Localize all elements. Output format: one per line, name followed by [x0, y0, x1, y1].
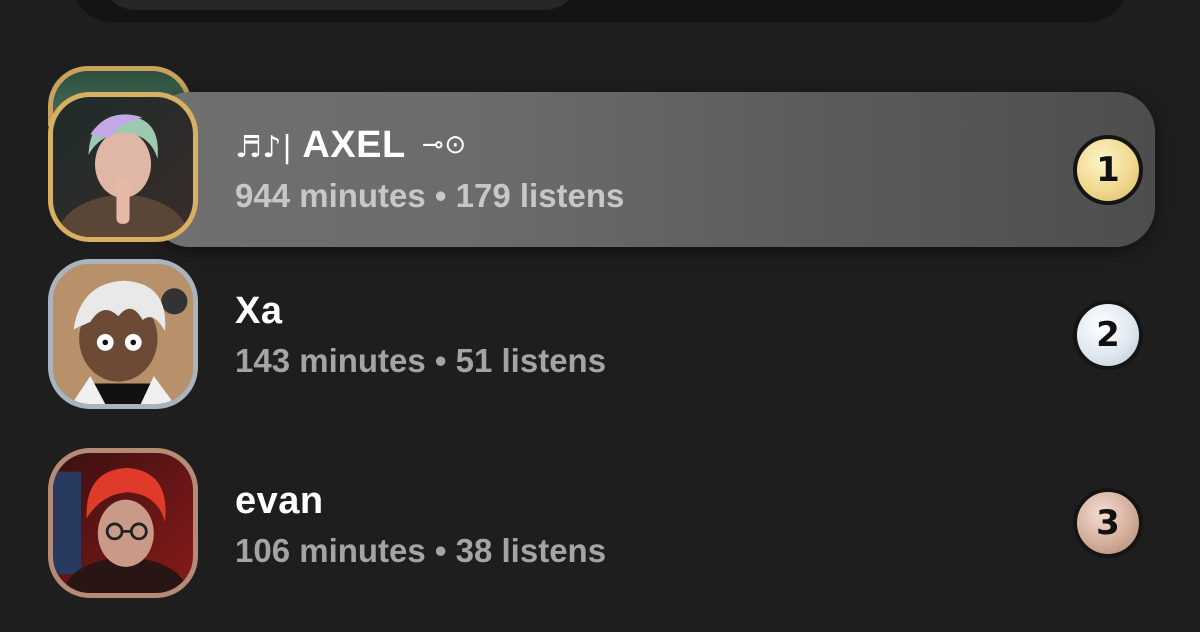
avatar-illustration-icon	[53, 264, 193, 404]
avatar-rank-3[interactable]	[48, 448, 198, 598]
avatar-rank-1[interactable]	[48, 92, 198, 242]
music-notes-icon: ♬♪|	[235, 130, 293, 165]
user-stats-1: 944 minutes • 179 listens	[235, 177, 625, 214]
avatar-rank-2[interactable]	[48, 259, 198, 409]
rank-badge-1: 1	[1073, 135, 1143, 205]
user-name-1: ♬♪| AXEL ⊸⊙	[235, 124, 467, 167]
user-name-3: evan	[235, 480, 324, 522]
rank-badge-2: 2	[1073, 300, 1143, 370]
user-name-text: AXEL	[302, 124, 405, 166]
rank-number: 2	[1096, 315, 1120, 355]
top-card	[72, 0, 1128, 22]
leaderboard-row-1-highlight[interactable]	[150, 92, 1155, 247]
user-stats-2: 143 minutes • 51 listens	[235, 342, 607, 379]
user-stats-3: 106 minutes • 38 listens	[235, 532, 607, 569]
key-icon: ⊸⊙	[422, 130, 467, 160]
rank-number: 1	[1096, 150, 1120, 190]
avatar-photo-icon	[53, 97, 193, 237]
rank-badge-3: 3	[1073, 488, 1143, 558]
rank-number: 3	[1096, 503, 1120, 543]
avatar-photo-icon	[53, 453, 193, 593]
top-card-inner	[100, 0, 580, 10]
user-name-2: Xa	[235, 290, 283, 332]
